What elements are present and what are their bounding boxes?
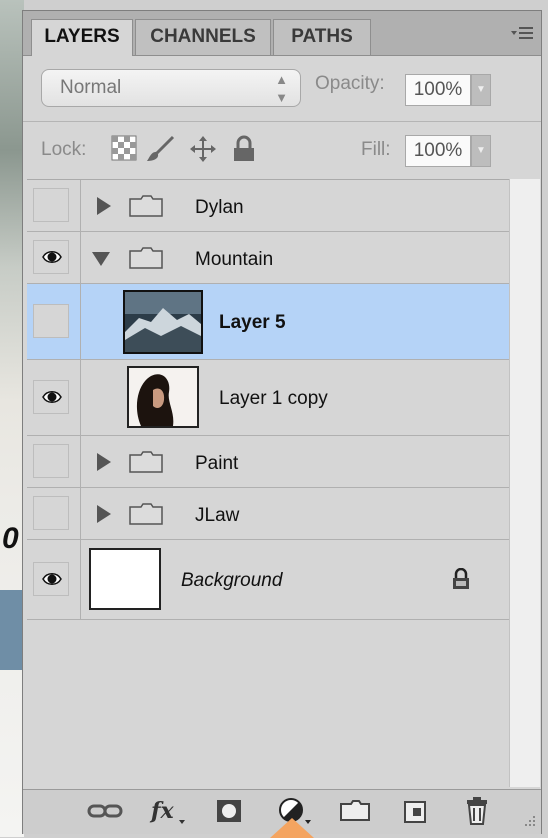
layer-style-fx-icon[interactable]: fx xyxy=(149,796,189,826)
new-group-icon[interactable] xyxy=(339,796,371,826)
expand-arrow-icon[interactable] xyxy=(97,197,111,215)
lock-transparent-icon[interactable] xyxy=(111,135,139,163)
new-layer-icon[interactable] xyxy=(401,796,429,826)
layer-name: Layer 5 xyxy=(219,312,286,333)
visibility-toggle[interactable] xyxy=(33,562,69,596)
opacity-field[interactable]: 100% xyxy=(405,74,471,106)
divider xyxy=(80,360,81,435)
eye-icon xyxy=(42,573,62,585)
scrollbar[interactable] xyxy=(509,179,540,787)
resize-grip-icon[interactable] xyxy=(521,814,537,830)
layer-row-paint[interactable]: Paint xyxy=(27,436,509,488)
layer-row-layer-5[interactable]: Layer 5 xyxy=(27,284,509,360)
layer-name: JLaw xyxy=(195,505,240,526)
folder-icon xyxy=(129,503,163,525)
tab-layers[interactable]: LAYERS xyxy=(31,19,133,56)
tab-channels[interactable]: CHANNELS xyxy=(135,19,271,55)
layer-row-background[interactable]: Background xyxy=(27,540,509,620)
layer-name: Mountain xyxy=(195,249,274,270)
lock-position-icon[interactable] xyxy=(189,135,217,163)
visibility-toggle[interactable] xyxy=(33,304,69,338)
svg-text:fx: fx xyxy=(149,798,174,824)
panel-menu-icon[interactable] xyxy=(511,25,533,49)
layer-thumbnail xyxy=(127,366,199,428)
fill-label: Fill: xyxy=(361,139,391,160)
divider xyxy=(80,488,81,539)
divider xyxy=(80,436,81,487)
layer-name: Dylan xyxy=(195,197,244,218)
expand-arrow-icon[interactable] xyxy=(97,453,111,471)
add-mask-icon[interactable] xyxy=(215,796,245,826)
visibility-toggle[interactable] xyxy=(33,444,69,478)
fill-field[interactable]: 100% xyxy=(405,135,471,167)
folder-icon xyxy=(129,195,163,217)
layer-row-mountain[interactable]: Mountain xyxy=(27,232,509,284)
link-layers-icon[interactable] xyxy=(87,796,123,826)
visibility-toggle[interactable] xyxy=(33,240,69,274)
divider xyxy=(80,180,81,231)
eye-icon xyxy=(42,251,62,263)
pointer-arrow-icon xyxy=(270,818,314,838)
blend-mode-value: Normal xyxy=(60,77,122,98)
canvas-text-fragment: 0 xyxy=(2,522,19,555)
eye-icon xyxy=(42,391,62,403)
layer-name: Paint xyxy=(195,453,239,474)
opacity-label: Opacity: xyxy=(315,73,385,94)
divider xyxy=(80,232,81,283)
panel-tab-bar: LAYERS CHANNELS PATHS xyxy=(23,11,541,56)
divider xyxy=(23,121,541,122)
layer-name: Layer 1 copy xyxy=(219,388,328,409)
divider xyxy=(80,540,81,619)
layer-thumbnail xyxy=(89,548,161,610)
canvas-photo-edge xyxy=(0,590,24,670)
tab-paths[interactable]: PATHS xyxy=(273,19,371,55)
divider xyxy=(80,284,81,359)
visibility-toggle[interactable] xyxy=(33,188,69,222)
visibility-toggle[interactable] xyxy=(33,496,69,530)
opacity-dropdown-arrow-icon[interactable]: ▼ xyxy=(471,74,491,106)
canvas-background: 0 xyxy=(0,0,24,837)
lock-image-icon[interactable] xyxy=(145,135,175,163)
expand-arrow-icon[interactable] xyxy=(97,505,111,523)
folder-icon xyxy=(129,247,163,269)
visibility-toggle[interactable] xyxy=(33,380,69,414)
blend-mode-select[interactable]: Normal ▲ ▼ xyxy=(41,69,301,107)
layer-name: Background xyxy=(181,570,283,591)
layer-thumbnail xyxy=(123,290,203,354)
lock-label: Lock: xyxy=(41,139,87,160)
layers-list: Dylan Mountain Layer 5 Layer 1 copy Pain… xyxy=(27,179,509,788)
layer-row-layer-1-copy[interactable]: Layer 1 copy xyxy=(27,360,509,436)
layer-row-dylan[interactable]: Dylan xyxy=(27,180,509,232)
delete-layer-icon[interactable] xyxy=(463,796,491,826)
select-arrows-icon: ▲ ▼ xyxy=(275,72,288,105)
collapse-arrow-icon[interactable] xyxy=(92,252,110,266)
layer-lock-icon xyxy=(453,568,469,589)
fill-dropdown-arrow-icon[interactable]: ▼ xyxy=(471,135,491,167)
layers-panel: LAYERS CHANNELS PATHS Normal ▲ ▼ Opacity:… xyxy=(22,10,542,834)
folder-icon xyxy=(129,451,163,473)
lock-all-icon[interactable] xyxy=(231,135,259,163)
layer-row-jlaw[interactable]: JLaw xyxy=(27,488,509,540)
